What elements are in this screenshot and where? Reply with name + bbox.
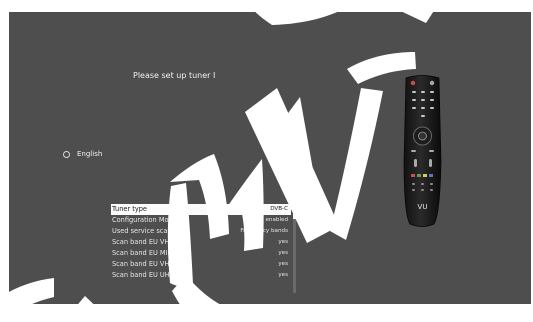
setup-page: Please set up tuner I English Tuner type… <box>0 0 533 322</box>
scrollbar-thumb[interactable] <box>293 204 296 219</box>
settings-row-eu-vhf-iii[interactable]: Scan band EU VHF III yes <box>111 259 291 270</box>
setting-value: yes <box>278 272 288 278</box>
setup-title: Please set up tuner I <box>133 71 216 80</box>
setting-label: Used service scan type <box>112 227 189 235</box>
setting-value: DVB-C <box>270 206 288 212</box>
setting-label: Tuner type <box>112 205 147 213</box>
setting-value: enabled <box>265 217 288 223</box>
radio-icon[interactable] <box>63 150 70 158</box>
language-selector[interactable]: English <box>63 150 102 158</box>
setting-label: Scan band EU UHF IV <box>112 271 183 279</box>
setting-label: Scan band EU VHF I <box>112 238 178 246</box>
settings-row-tuner-type[interactable]: Tuner type DVB-C <box>111 204 291 215</box>
setting-value: yes <box>278 261 288 267</box>
settings-row-eu-vhf-i[interactable]: Scan band EU VHF I yes <box>111 237 291 248</box>
settings-list[interactable]: Tuner type DVB-C Configuration Mode enab… <box>111 204 291 293</box>
setting-label: Scan band EU MID <box>112 249 173 257</box>
remote-logo: VU <box>418 203 428 211</box>
settings-row-scan-type[interactable]: Used service scan type Frequency bands <box>111 226 291 237</box>
setting-label: Configuration Mode <box>112 216 177 224</box>
setting-label: Scan band EU VHF III <box>112 260 182 268</box>
setting-value: yes <box>278 250 288 256</box>
setting-value: Frequency bands <box>240 228 288 234</box>
language-label: English <box>77 150 103 158</box>
remote-control-icon: VU <box>403 75 442 227</box>
settings-row-eu-mid[interactable]: Scan band EU MID yes <box>111 248 291 259</box>
settings-row-eu-uhf-iv[interactable]: Scan band EU UHF IV yes <box>111 270 291 281</box>
setting-value: yes <box>278 239 288 245</box>
settings-row-configuration-mode[interactable]: Configuration Mode enabled <box>111 215 291 226</box>
tv-screen: Please set up tuner I English Tuner type… <box>9 12 531 304</box>
